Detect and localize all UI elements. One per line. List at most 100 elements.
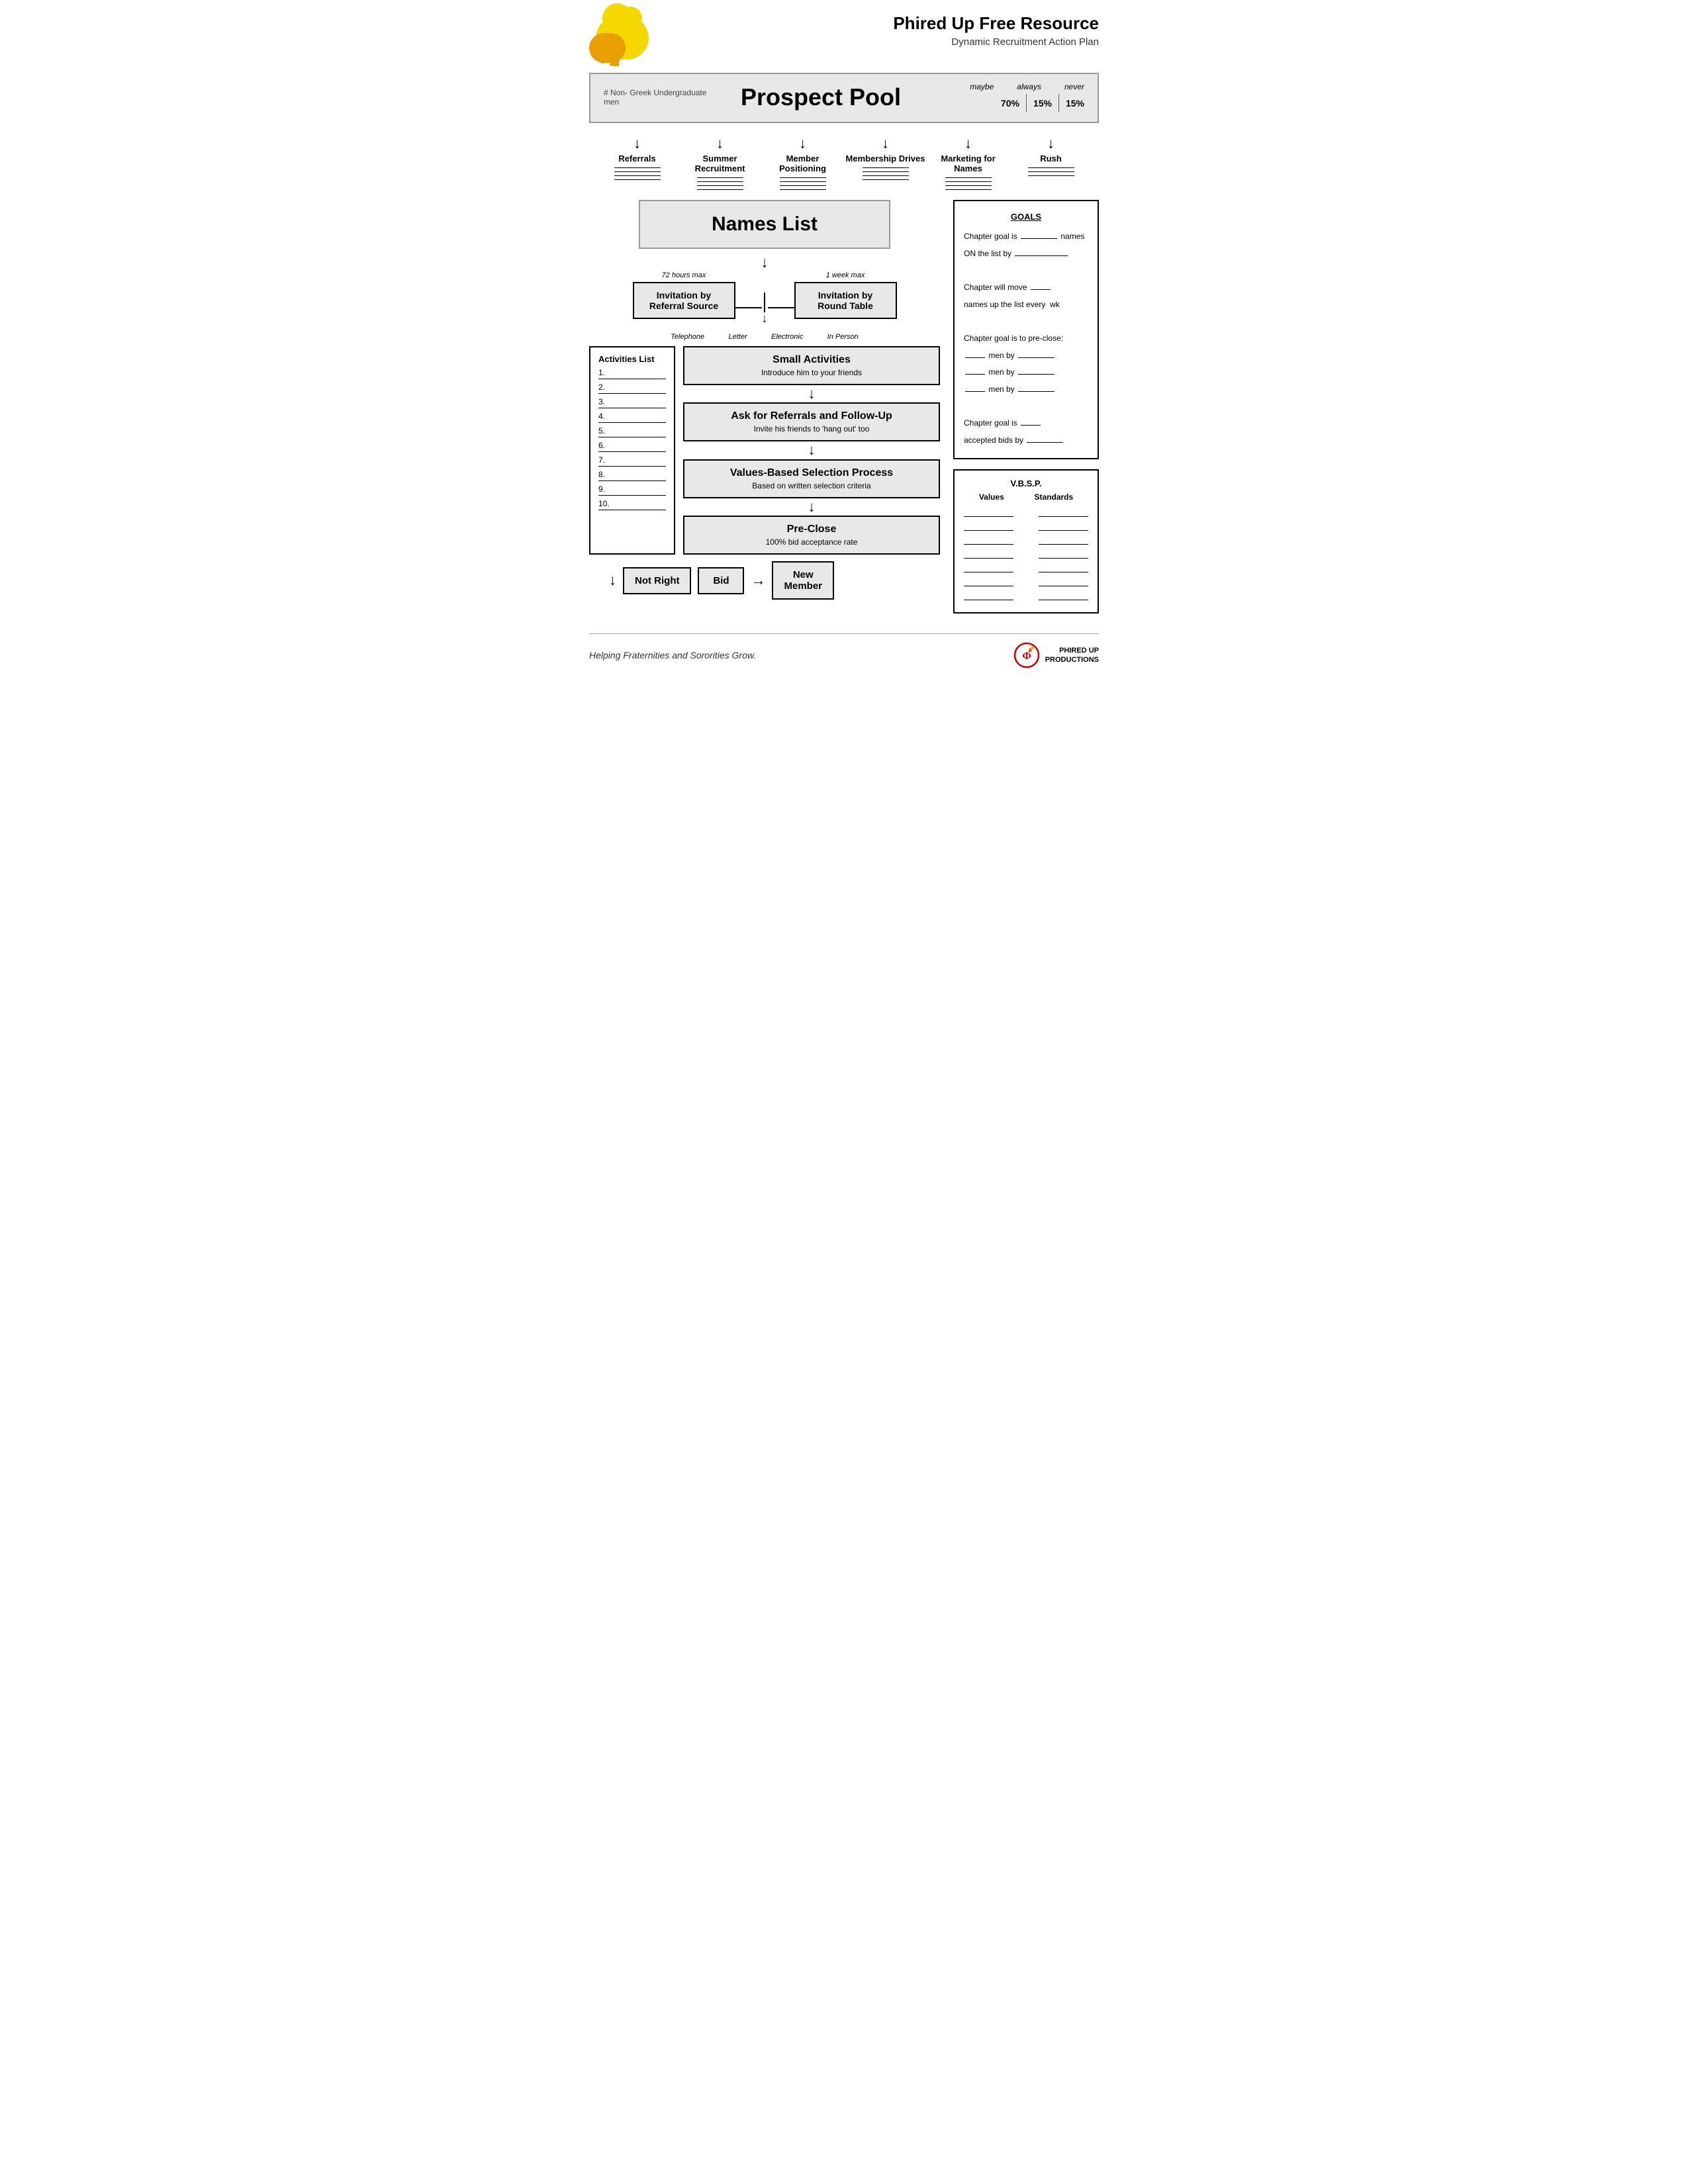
goal-line-11	[964, 399, 1088, 414]
line-1	[863, 167, 909, 168]
down-arrow-positioning: ↓	[799, 136, 806, 151]
line-1	[697, 177, 743, 178]
main-content: Names List ↓ 72 hours max Invitation by …	[589, 200, 1099, 614]
new-member-button: New Member	[772, 561, 834, 600]
label-drives: Membership Drives	[846, 154, 925, 163]
names-list-down-arrow: ↓	[589, 254, 940, 271]
line-4	[780, 189, 826, 190]
flow-box-small-activities: Small Activities Introduce him to your f…	[683, 346, 940, 385]
goal-line-8: men by	[964, 349, 1088, 363]
goal-line-5: names up the list every wk	[964, 298, 1088, 312]
vbsp-cell-std-4	[1039, 549, 1088, 559]
arrow-col-drives: ↓ Membership Drives	[846, 136, 925, 190]
down-arrow-referrals: ↓	[633, 136, 641, 151]
vbsp-row	[964, 535, 1088, 545]
lines-referrals	[614, 167, 661, 180]
label-rush: Rush	[1040, 154, 1062, 163]
arrow-col-positioning: ↓ Member Positioning	[763, 136, 843, 190]
list-item: 9.	[598, 484, 666, 496]
goal-line-3	[964, 264, 1088, 279]
logo-area	[589, 13, 669, 66]
line-1	[614, 167, 661, 168]
vbsp-cell-val-4	[964, 549, 1013, 559]
activities-list-title: Activities List	[598, 354, 666, 364]
logo-clouds	[589, 13, 662, 66]
footer-tagline: Helping Fraternities and Sororities Grow…	[589, 650, 756, 660]
flow-arrow-1: ↓	[683, 385, 940, 402]
flow-box-title-3: Pre-Close	[695, 523, 928, 535]
vbsp-cell-std-3	[1039, 535, 1088, 545]
divider-2	[1058, 94, 1059, 113]
label-summer: Summer Recruitment	[680, 154, 760, 173]
vbsp-cell-std-1	[1039, 507, 1088, 517]
vbsp-row	[964, 576, 1088, 586]
vbsp-cell-std-6	[1039, 576, 1088, 586]
phired-up-logo-icon: Φ	[1013, 642, 1040, 668]
lines-drives	[863, 167, 909, 180]
down-arrow-rush: ↓	[1047, 136, 1055, 151]
flow-box-sub-0: Introduce him to your friends	[695, 368, 928, 377]
invitation-referral-box: Invitation by Referral Source	[633, 282, 735, 319]
invitation-right-col: 1 week max Invitation by Round Table	[794, 271, 897, 319]
invitation-roundtable-box: Invitation by Round Table	[794, 282, 897, 319]
sub-label-in-person: In Person	[827, 333, 859, 341]
goals-box: GOALS Chapter goal is names ON the list …	[953, 200, 1099, 459]
line-2	[697, 181, 743, 182]
flow-arrow-2: ↓	[683, 441, 940, 459]
arrow-col-rush: ↓ Rush	[1011, 136, 1091, 190]
list-item: 4.	[598, 412, 666, 423]
line-3	[697, 185, 743, 186]
maybe-label: maybe	[970, 82, 994, 91]
sub-label-letter: Letter	[729, 333, 747, 341]
pp-percents: 70% 15% 15%	[1001, 94, 1084, 113]
vbsp-row	[964, 521, 1088, 531]
vbsp-cell-std-7	[1039, 590, 1088, 600]
vbsp-col-values: Values	[979, 492, 1004, 502]
pp-title: Prospect Pool	[723, 83, 919, 111]
label-marketing: Marketing for Names	[929, 154, 1008, 173]
right-panel: GOALS Chapter goal is names ON the list …	[953, 200, 1099, 614]
logo-papers	[599, 48, 620, 66]
flow-boxes: Small Activities Introduce him to your f…	[683, 346, 940, 555]
arrow-col-referrals: ↓ Referrals	[598, 136, 677, 190]
lines-positioning	[780, 177, 826, 190]
vbsp-cell-std-5	[1039, 563, 1088, 572]
vbsp-cell-val-7	[964, 590, 1013, 600]
line-4	[697, 189, 743, 190]
bottom-row: ↓ Not Right Bid → New Member	[589, 561, 940, 600]
paper-icon-2	[610, 51, 620, 66]
vbsp-cell-val-2	[964, 521, 1013, 531]
flow-box-sub-1: Invite his friends to 'hang out' too	[695, 424, 928, 433]
line-2	[1028, 171, 1074, 172]
always-pct: 15%	[1033, 98, 1052, 109]
vbsp-box: V.B.S.P. Values Standards	[953, 469, 1099, 614]
footer-logo: Φ PHIRED UP PRODUCTIONS	[1013, 642, 1099, 668]
lines-rush	[1028, 167, 1074, 176]
paper-icon-1	[597, 48, 610, 64]
goal-line-12: Chapter goal is	[964, 416, 1088, 431]
label-referrals: Referrals	[618, 154, 655, 163]
main-title: Phired Up Free Resource	[893, 13, 1099, 34]
line-1	[1028, 167, 1074, 168]
not-right-button: Not Right	[623, 567, 691, 594]
list-item: 6.	[598, 441, 666, 452]
arrow-col-marketing: ↓ Marketing for Names	[929, 136, 1008, 190]
arrows-row: ↓ Referrals ↓ Summer Recruitment ↓ Membe…	[589, 136, 1099, 190]
line-3	[1028, 175, 1074, 176]
vbsp-cell-val-1	[964, 507, 1013, 517]
flow-box-preclose: Pre-Close 100% bid acceptance rate	[683, 516, 940, 555]
goal-line-7: Chapter goal is to pre-close:	[964, 332, 1088, 346]
list-item: 7.	[598, 455, 666, 467]
goal-line-9: men by	[964, 365, 1088, 380]
never-pct: 15%	[1066, 98, 1084, 109]
down-arrow-summer: ↓	[716, 136, 724, 151]
vbsp-col-standards: Standards	[1034, 492, 1073, 502]
sub-label-telephone: Telephone	[671, 333, 704, 341]
vbsp-cell-std-2	[1039, 521, 1088, 531]
list-item: 3.	[598, 397, 666, 408]
sub-title: Dynamic Recruitment Action Plan	[893, 36, 1099, 48]
list-item: 1.	[598, 368, 666, 379]
vbsp-row	[964, 563, 1088, 572]
line-2	[780, 181, 826, 182]
vbsp-cell-val-3	[964, 535, 1013, 545]
